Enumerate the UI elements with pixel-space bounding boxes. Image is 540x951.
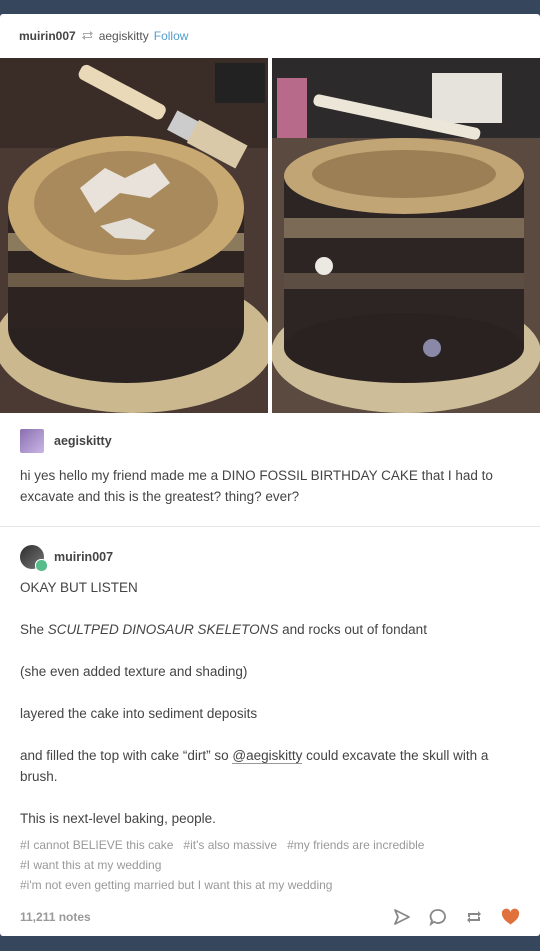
line2-prefix: She: [20, 622, 48, 637]
line5-prefix: and filled the top with cake “dirt” so: [20, 748, 233, 763]
line2-italic: SCULTPED DINOSAUR SKELETONS: [47, 622, 279, 637]
reply-icon[interactable]: [428, 907, 448, 927]
follow-badge-icon: [35, 559, 48, 572]
cake-photo-left-image: [0, 58, 268, 413]
post-card: muirin007 aegiskitty Follow aegiskitty h…: [0, 14, 540, 936]
line2-suffix: and rocks out of fondant: [278, 622, 427, 637]
notes-count[interactable]: 11,211 notes: [20, 910, 91, 924]
tag[interactable]: #i'm not even getting married but I want…: [20, 878, 332, 892]
username-aegiskitty[interactable]: aegiskitty: [54, 434, 112, 448]
tag[interactable]: #it's also massive: [183, 838, 277, 852]
cake-photo-right-image: [272, 58, 540, 413]
photoset: [0, 58, 540, 413]
username-muirin007[interactable]: muirin007: [54, 550, 113, 564]
original-user-line: aegiskitty: [20, 423, 520, 459]
reblogger-link[interactable]: muirin007: [19, 29, 76, 43]
post-header: muirin007 aegiskitty Follow: [0, 14, 540, 58]
tag[interactable]: #my friends are incredible: [287, 838, 424, 852]
reblog-small-icon: [81, 29, 94, 44]
original-post-text: hi yes hello my friend made me a DINO FO…: [20, 468, 493, 504]
original-post: aegiskitty hi yes hello my friend made m…: [0, 423, 540, 507]
avatar-muirin007[interactable]: [20, 545, 48, 572]
share-icon[interactable]: [392, 907, 412, 927]
reblog-icon[interactable]: [464, 907, 484, 927]
reblog-line-5: and filled the top with cake “dirt” so @…: [20, 745, 520, 787]
follow-button[interactable]: Follow: [154, 29, 189, 43]
reblog-post-body: OKAY BUT LISTEN She SCULTPED DINOSAUR SK…: [20, 577, 520, 829]
tag[interactable]: #I want this at my wedding: [20, 858, 161, 872]
reblog-user-line: muirin007: [20, 539, 520, 575]
post-footer: 11,211 notes: [0, 907, 540, 927]
cake-photo-left[interactable]: [0, 58, 268, 413]
reblog-line-1: OKAY BUT LISTEN: [20, 580, 138, 595]
reblog-line-2: She SCULTPED DINOSAUR SKELETONS and rock…: [20, 619, 520, 640]
avatar-aegiskitty[interactable]: [20, 429, 44, 453]
mention-aegiskitty[interactable]: @aegiskitty: [232, 748, 303, 764]
tag[interactable]: #I cannot BELIEVE this cake: [20, 838, 173, 852]
post-actions: [392, 907, 520, 927]
reblog-line-3: (she even added texture and shading): [20, 664, 248, 679]
reblog-line-6: This is next-level baking, people.: [20, 811, 216, 826]
post-separator: [0, 526, 540, 527]
like-heart-icon[interactable]: [500, 907, 520, 927]
reblog-post: muirin007 OKAY BUT LISTEN She SCULTPED D…: [0, 539, 540, 895]
cake-photo-right[interactable]: [272, 58, 540, 413]
source-link[interactable]: aegiskitty: [99, 29, 149, 43]
tag-list: #I cannot BELIEVE this cake #it's also ma…: [20, 835, 520, 895]
reblog-line-4: layered the cake into sediment deposits: [20, 706, 258, 721]
